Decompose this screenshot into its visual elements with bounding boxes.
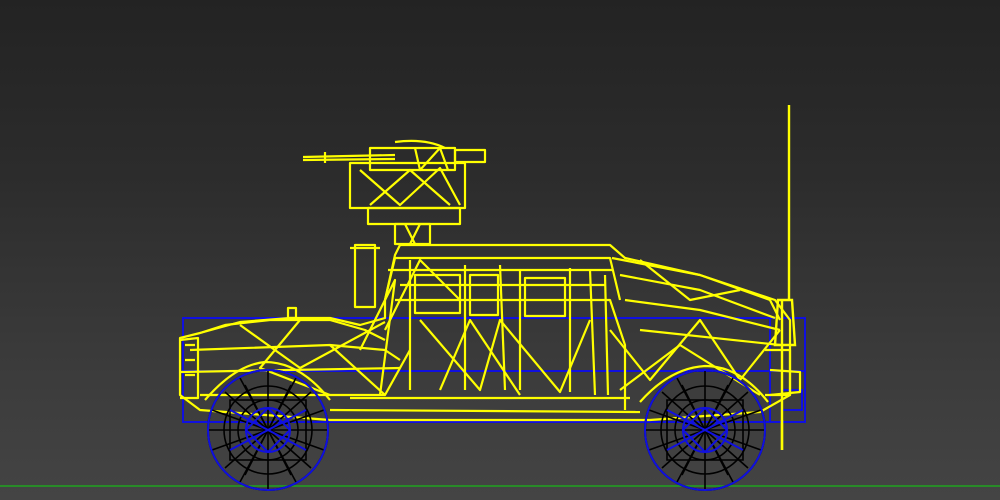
rear-wheel[interactable] bbox=[644, 369, 766, 491]
front-wheel[interactable] bbox=[207, 369, 329, 491]
3d-viewport[interactable] bbox=[0, 0, 1000, 500]
humvee-body-wireframe[interactable] bbox=[178, 243, 802, 422]
viewport-scene[interactable] bbox=[0, 0, 1000, 500]
